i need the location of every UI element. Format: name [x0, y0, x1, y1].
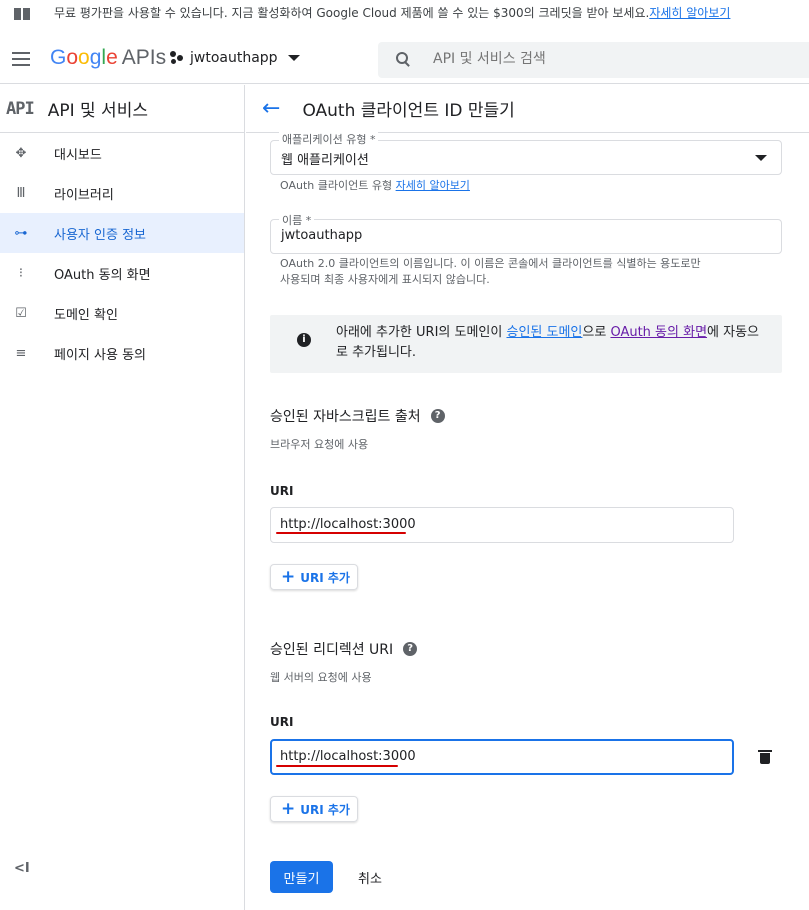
redirect-uri-value[interactable]: http://localhost:3000 — [280, 749, 416, 764]
sidebar-item-label: 페이지 사용 동의 — [54, 347, 146, 363]
consent-screen-icon: ⁝ — [18, 265, 24, 281]
redirect-uris-subtitle: 웹 서버의 요청에 사용 — [270, 671, 372, 684]
search-input[interactable] — [433, 51, 733, 67]
client-name-hint: OAuth 2.0 클라이언트의 이름입니다. 이 이름은 콘솔에서 클라이언트… — [280, 256, 701, 288]
hint-line: 사용되며 최종 사용자에게 표시되지 않습니다. — [280, 273, 490, 286]
banner-text: 무료 평가판을 사용할 수 있습니다. 지금 활성화하여 Google Clou… — [54, 6, 650, 20]
sidebar-item-domain-verification[interactable]: ☑ 도메인 확인 — [0, 293, 244, 333]
page-usage-icon: ≡ — [15, 345, 27, 361]
collapse-sidebar-icon[interactable]: <I — [14, 861, 30, 876]
js-origins-subtitle: 브라우저 요청에 사용 — [270, 438, 369, 451]
sidebar-item-oauth-consent[interactable]: ⁝ OAuth 동의 화면 — [0, 253, 244, 293]
client-name-value[interactable]: jwtoauthapp — [281, 228, 362, 243]
plus-icon: + — [281, 799, 296, 819]
redirect-uris-title: 승인된 리디렉션 URI ? — [270, 639, 418, 659]
project-icon — [170, 51, 184, 65]
add-redirect-uri-button[interactable]: + URI 추가 — [270, 796, 358, 822]
js-origin-uri-label: URI — [270, 484, 294, 498]
info-text-part: 으로 — [582, 325, 611, 340]
info-icon: i — [297, 333, 311, 347]
sidebar-item-label: OAuth 동의 화면 — [54, 267, 151, 283]
add-uri-label: URI 추가 — [300, 802, 350, 817]
cancel-button[interactable]: 취소 — [350, 861, 390, 893]
add-uri-label: URI 추가 — [300, 570, 350, 585]
hint-text: OAuth 클라이언트 유형 — [280, 179, 393, 192]
sidebar-title: API 및 서비스 — [47, 101, 148, 121]
dashboard-icon: ✥ — [15, 145, 27, 161]
redirect-uri-input[interactable]: http://localhost:3000 — [270, 739, 734, 775]
logo-apis-text: APIs — [121, 46, 167, 69]
sidebar-item-library[interactable]: Ⅲ 라이브러리 — [0, 173, 244, 213]
application-type-label: 애플리케이션 유형 * — [279, 131, 379, 147]
project-selector[interactable]: jwtoauthapp — [170, 50, 300, 66]
banner-message: 무료 평가판을 사용할 수 있습니다. 지금 활성화하여 Google Clou… — [54, 4, 730, 21]
trial-banner: 무료 평가판을 사용할 수 있습니다. 지금 활성화하여 Google Clou… — [0, 0, 809, 30]
plus-icon: + — [281, 567, 296, 587]
application-type-select[interactable]: 애플리케이션 유형 * 웹 애플리케이션 — [270, 131, 782, 175]
authorized-domains-link[interactable]: 승인된 도메인 — [506, 325, 582, 340]
back-arrow-icon[interactable]: ← — [262, 96, 280, 121]
js-origin-uri-value[interactable]: http://localhost:3000 — [280, 517, 416, 532]
redirect-uri-label: URI — [270, 715, 294, 729]
info-text: 아래에 추가한 URI의 도메인이 승인된 도메인으로 OAuth 동의 화면에… — [336, 323, 766, 363]
add-js-origin-uri-button[interactable]: + URI 추가 — [270, 564, 358, 590]
annotation-underline — [276, 532, 406, 534]
annotation-underline — [276, 765, 398, 767]
google-apis-logo[interactable]: Google APIs — [50, 46, 166, 70]
sidebar-item-label: 도메인 확인 — [54, 307, 118, 323]
section-title-text: 승인된 리디렉션 URI — [270, 642, 394, 658]
client-name-field[interactable]: 이름 * jwtoauthapp — [270, 212, 782, 254]
help-icon[interactable]: ? — [403, 642, 418, 656]
js-origin-uri-input[interactable]: http://localhost:3000 — [270, 507, 734, 543]
sidebar: API API 및 서비스 ✥ 대시보드 Ⅲ 라이브러리 ⊶ 사용자 인증 정보… — [0, 85, 245, 910]
hint-line: OAuth 2.0 클라이언트의 이름입니다. 이 이름은 콘솔에서 클라이언트… — [280, 257, 701, 270]
sidebar-item-dashboard[interactable]: ✥ 대시보드 — [0, 133, 244, 173]
info-text-part: 아래에 추가한 URI의 도메인이 — [336, 325, 507, 340]
delete-icon[interactable] — [758, 749, 773, 765]
library-icon: Ⅲ — [16, 185, 26, 201]
chevron-down-icon — [287, 55, 300, 61]
sidebar-item-page-usage[interactable]: ≡ 페이지 사용 동의 — [0, 333, 244, 373]
banner-learn-more-link[interactable]: 자세히 알아보기 — [649, 6, 730, 20]
search-icon — [396, 52, 410, 66]
app-type-learn-more-link[interactable]: 자세히 알아보기 — [396, 179, 470, 192]
top-bar: Google APIs jwtoauthapp — [0, 36, 809, 84]
domain-verify-icon: ☑ — [15, 305, 27, 321]
sidebar-item-label: 사용자 인증 정보 — [54, 227, 146, 243]
sidebar-item-label: 대시보드 — [54, 147, 102, 163]
project-name: jwtoauthapp — [190, 50, 278, 66]
help-icon[interactable]: ? — [430, 409, 445, 423]
page-title: OAuth 클라이언트 ID 만들기 — [302, 101, 515, 121]
dropdown-arrow-icon — [755, 155, 767, 161]
client-name-label: 이름 * — [279, 212, 315, 228]
page-header: ← OAuth 클라이언트 ID 만들기 — [246, 85, 809, 133]
api-logo-icon: API — [6, 98, 35, 119]
search-bar[interactable] — [378, 42, 809, 78]
gift-icon — [12, 2, 32, 20]
application-type-value: 웹 애플리케이션 — [281, 153, 369, 168]
create-button[interactable]: 만들기 — [270, 861, 333, 893]
sidebar-item-label: 라이브러리 — [54, 187, 114, 203]
oauth-consent-link[interactable]: OAuth 동의 화면 — [610, 325, 707, 340]
application-type-hint: OAuth 클라이언트 유형 자세히 알아보기 — [280, 178, 470, 194]
section-title-text: 승인된 자바스크립트 출처 — [270, 409, 421, 425]
menu-icon[interactable] — [12, 52, 32, 66]
sidebar-header: API API 및 서비스 — [0, 85, 244, 133]
domain-info-box: i 아래에 추가한 URI의 도메인이 승인된 도메인으로 OAuth 동의 화… — [270, 315, 782, 373]
key-icon: ⊶ — [14, 225, 28, 241]
js-origins-title: 승인된 자바스크립트 출처 ? — [270, 406, 445, 426]
sidebar-item-credentials[interactable]: ⊶ 사용자 인증 정보 — [0, 213, 244, 253]
main-content: ← OAuth 클라이언트 ID 만들기 애플리케이션 유형 * 웹 애플리케이… — [246, 85, 809, 910]
